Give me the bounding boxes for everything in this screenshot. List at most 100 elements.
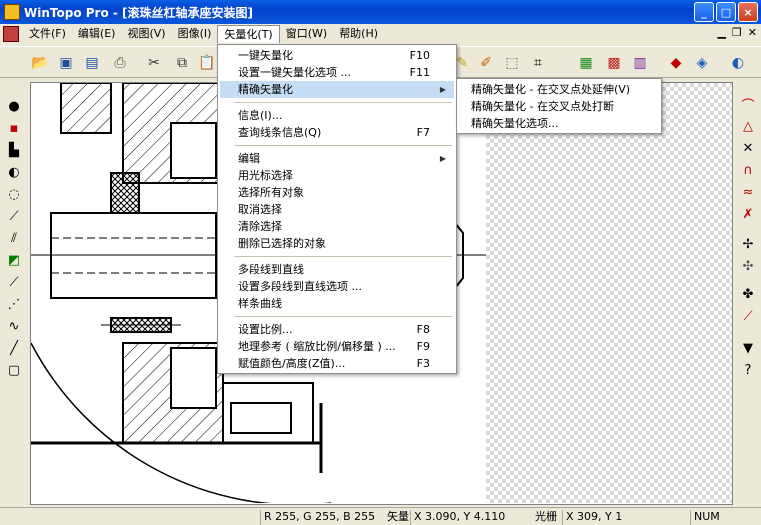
color-palette-icon[interactable]: ◩ (4, 250, 24, 270)
menu-item-label: 地理参考 ( 缩放比例/偏移量 ) ... (238, 340, 396, 353)
menu-item-label: 一键矢量化 (238, 49, 293, 62)
save-as-icon[interactable]: ▤ (82, 53, 102, 73)
close-button[interactable]: × (738, 2, 758, 22)
menu-select-all[interactable]: 选择所有对象 (220, 184, 454, 201)
menu-spline[interactable]: 样条曲线 (220, 295, 454, 312)
menu-precise-vectorize[interactable]: 精确矢量化 ▶ (220, 81, 454, 98)
submenu-arrow-icon: ▶ (439, 154, 446, 163)
open-folder-icon[interactable]: 📂 (30, 53, 50, 73)
window-title: WinTopo Pro - [滚珠丝杠轴承座安装图] (24, 5, 254, 20)
menu-vectorize[interactable]: 矢量化(T) (217, 25, 280, 43)
wave-line-icon[interactable]: ∿ (4, 316, 24, 336)
menu-polyline-to-line[interactable]: 多段线到直线 (220, 261, 454, 278)
menu-help[interactable]: 帮助(H) (333, 25, 384, 43)
menu-separator (234, 316, 452, 317)
brush-icon[interactable]: ✐ (476, 53, 496, 73)
vectorize-tool-3-icon[interactable]: ▥ (630, 53, 650, 73)
submenu-break-at-intersection[interactable]: 精确矢量化 - 在交叉点处打断 (459, 98, 659, 115)
submenu-precise-options[interactable]: 精确矢量化选项... (459, 115, 659, 132)
copy-icon[interactable]: ⧉ (172, 53, 192, 73)
dashed-circle-icon[interactable]: ◌ (4, 184, 24, 204)
line-tool-icon[interactable]: ╱ (4, 338, 24, 358)
thick-line-icon[interactable]: ⟋ (4, 272, 24, 292)
menu-select-cursor[interactable]: 用光标选择 (220, 167, 454, 184)
menu-polyline-options[interactable]: 设置多段线到直线选项 ... (220, 278, 454, 295)
info-tool-icon[interactable]: ◐ (728, 53, 748, 73)
cross-tool-icon[interactable]: ✕ (738, 138, 758, 158)
color-tool-1-icon[interactable]: ◆ (666, 53, 686, 73)
menu-item-label: 精确矢量化 (238, 83, 293, 96)
point-tool-icon[interactable]: ● (4, 96, 24, 116)
menu-delete-selected[interactable]: 删除已选择的对象 (220, 235, 454, 252)
menu-one-click-vectorize[interactable]: 一键矢量化 F10 (220, 47, 454, 64)
menu-item-label: 清除选择 (238, 220, 282, 233)
menu-georeference[interactable]: 地理参考 ( 缩放比例/偏移量 ) ... F9 (220, 338, 454, 355)
menu-item-label: 选择所有对象 (238, 186, 304, 199)
dot-pattern-icon[interactable]: ▪ (4, 118, 24, 138)
extend-tool-icon[interactable]: ⟋ (738, 306, 758, 326)
mdi-close-icon[interactable]: ✕ (748, 26, 757, 39)
hatch-line-icon[interactable]: ⫽ (4, 228, 24, 248)
submenu-extend-at-intersection[interactable]: 精确矢量化 - 在交叉点处延伸(V) (459, 81, 659, 98)
mdi-restore-icon[interactable]: ❐ (732, 26, 742, 39)
menu-clear-selection[interactable]: 清除选择 (220, 218, 454, 235)
title-bar: WinTopo Pro - [滚珠丝杠轴承座安装图] _ □ × (0, 0, 761, 24)
menu-query-line[interactable]: 查询线条信息(Q) F7 (220, 124, 454, 141)
shortcut: F8 (416, 323, 430, 336)
document-icon[interactable] (3, 26, 19, 42)
menu-one-click-options[interactable]: 设置一键矢量化选项 ... F11 (220, 64, 454, 81)
help-pointer-icon[interactable]: ? (738, 360, 758, 380)
vectorize-menu: 一键矢量化 F10 设置一键矢量化选项 ... F11 精确矢量化 ▶ 信息(I)..… (217, 44, 457, 374)
paint-bucket-icon[interactable]: ▼ (738, 338, 758, 358)
node-tool-icon[interactable]: ✢ (738, 234, 758, 254)
curve-tool-icon[interactable]: ∩ (738, 160, 758, 180)
rectangle-tool-icon[interactable]: ▢ (4, 360, 24, 380)
arc-tool-icon[interactable]: ⌒ (738, 94, 758, 114)
menu-file[interactable]: 文件(F) (23, 25, 72, 43)
menu-item-label: 多段线到直线 (238, 263, 304, 276)
menu-deselect[interactable]: 取消选择 (220, 201, 454, 218)
menu-view[interactable]: 视图(V) (121, 25, 171, 43)
mdi-minimize-icon[interactable]: ▁ (717, 26, 725, 39)
menu-item-label: 删除已选择的对象 (238, 237, 326, 250)
vectorize-tool-2-icon[interactable]: ▩ (604, 53, 624, 73)
menu-window[interactable]: 窗口(W) (280, 25, 333, 43)
color-tool-2-icon[interactable]: ◈ (692, 53, 712, 73)
status-mode: 矢量 (387, 510, 409, 523)
menu-item-label: 设置多段线到直线选项 ... (238, 280, 362, 293)
vectorize-tool-1-icon[interactable]: ▦ (576, 53, 596, 73)
precise-vectorize-submenu: 精确矢量化 - 在交叉点处延伸(V) 精确矢量化 - 在交叉点处打断 精确矢量化… (456, 78, 662, 134)
menu-item-label: 设置比例... (238, 323, 293, 336)
menu-set-scale[interactable]: 设置比例... F8 (220, 321, 454, 338)
menu-assign-color-height[interactable]: 赋值颜色/高度(Z值)... F3 (220, 355, 454, 372)
app-icon (4, 4, 20, 20)
menu-item-label: 信息(I)... (238, 109, 283, 122)
join-tool-icon[interactable]: ✤ (738, 284, 758, 304)
triangle-tool-icon[interactable]: △ (738, 116, 758, 136)
crop-icon[interactable]: ⌗ (528, 53, 548, 73)
menu-edit-sub[interactable]: 编辑 ▶ (220, 150, 454, 167)
save-icon[interactable]: ▣ (56, 53, 76, 73)
menu-edit[interactable]: 编辑(E) (72, 25, 122, 43)
node-add-icon[interactable]: ✣ (738, 256, 758, 276)
status-bar: R 255, G 255, B 255 矢量 X 3.090, Y 4.110 … (0, 507, 761, 525)
menu-separator (234, 256, 452, 257)
select-region-icon[interactable]: ⬚ (502, 53, 522, 73)
print-icon[interactable]: ⎙ (110, 53, 130, 73)
menu-separator (234, 102, 452, 103)
menu-separator (234, 145, 452, 146)
dotted-line-icon[interactable]: ⋰ (4, 294, 24, 314)
half-circle-icon[interactable]: ◐ (4, 162, 24, 182)
menu-info[interactable]: 信息(I)... (220, 107, 454, 124)
zigzag-tool-icon[interactable]: ≈ (738, 182, 758, 202)
menu-item-label: 编辑 (238, 152, 260, 165)
fill-tool-icon[interactable]: ▙ (4, 140, 24, 160)
menu-image[interactable]: 图像(I) (172, 25, 218, 43)
status-raster-label: 光栅 (535, 510, 557, 523)
cut-icon[interactable]: ✂ (144, 53, 164, 73)
paste-icon[interactable]: 📋 (197, 53, 217, 73)
break-tool-icon[interactable]: ✗ (738, 204, 758, 224)
minimize-button[interactable]: _ (694, 2, 714, 22)
maximize-button[interactable]: □ (716, 2, 736, 22)
diagonal-line-icon[interactable]: ⟋ (4, 206, 24, 226)
